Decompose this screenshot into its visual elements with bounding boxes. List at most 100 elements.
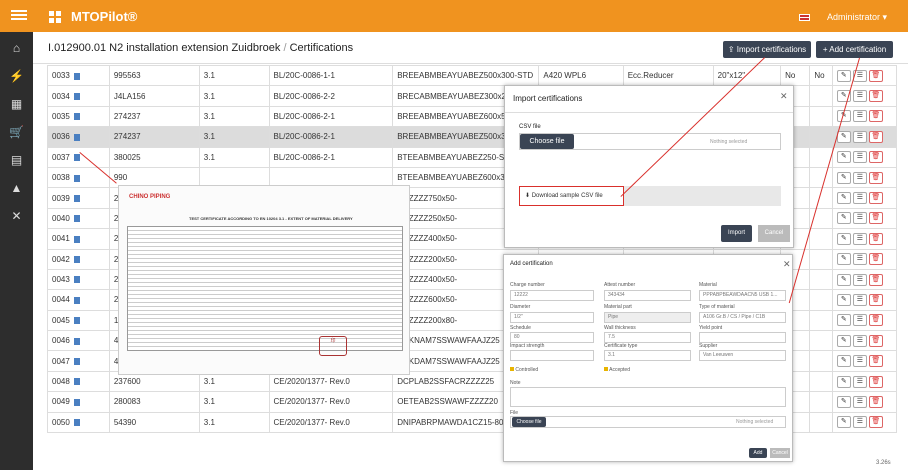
trash-icon[interactable]: 🗑 — [868, 273, 883, 286]
cart-icon[interactable]: 🛒 — [8, 124, 25, 141]
import-cancel-button[interactable]: Cancel — [758, 225, 790, 242]
trash-icon[interactable]: 🗑 — [868, 151, 883, 164]
document-icon[interactable] — [73, 215, 80, 223]
trash-icon[interactable]: 🗑 — [868, 192, 883, 205]
list-icon[interactable]: ☰ — [852, 232, 867, 245]
list-icon[interactable]: ☰ — [852, 355, 867, 368]
type-input[interactable]: A106 Gr.B / CS / Pipe / C1B — [699, 312, 786, 323]
list-icon[interactable]: ☰ — [852, 273, 867, 286]
document-icon[interactable] — [73, 378, 80, 386]
add-submit-button[interactable]: Add — [749, 448, 767, 458]
trash-icon[interactable]: 🗑 — [868, 253, 883, 266]
edit-icon[interactable]: ✎ — [836, 334, 851, 347]
document-icon[interactable] — [73, 398, 80, 406]
close-icon[interactable]: ✕ — [780, 91, 788, 102]
list-icon[interactable]: ☰ — [852, 253, 867, 266]
chart-icon[interactable]: ▤ — [8, 152, 25, 169]
building-icon[interactable]: ▦ — [8, 96, 25, 113]
attest-input[interactable]: 343434 — [604, 290, 691, 301]
list-icon[interactable]: ☰ — [852, 334, 867, 347]
edit-icon[interactable]: ✎ — [836, 151, 851, 164]
edit-icon[interactable]: ✎ — [836, 192, 851, 205]
edit-icon[interactable]: ✎ — [836, 293, 851, 306]
bolt-icon[interactable]: ⚡ — [8, 68, 25, 85]
list-icon[interactable]: ☰ — [852, 314, 867, 327]
document-icon[interactable] — [73, 154, 80, 162]
list-icon[interactable]: ☰ — [852, 416, 867, 429]
edit-icon[interactable]: ✎ — [836, 314, 851, 327]
trash-icon[interactable]: 🗑 — [868, 110, 883, 123]
list-icon[interactable]: ☰ — [852, 90, 867, 103]
trash-icon[interactable]: 🗑 — [868, 232, 883, 245]
add-certification-button[interactable]: + Add certification — [816, 41, 893, 58]
list-icon[interactable]: ☰ — [852, 293, 867, 306]
schedule-input[interactable]: 80 — [510, 332, 594, 343]
edit-icon[interactable]: ✎ — [836, 416, 851, 429]
edit-icon[interactable]: ✎ — [836, 375, 851, 388]
add-cancel-button[interactable]: Cancel — [770, 448, 790, 458]
choose-file-button[interactable]: Choose file — [520, 134, 574, 149]
document-icon[interactable] — [73, 174, 80, 182]
list-icon[interactable]: ☰ — [852, 212, 867, 225]
edit-icon[interactable]: ✎ — [836, 212, 851, 225]
document-icon[interactable] — [73, 337, 80, 345]
trash-icon[interactable]: 🗑 — [868, 69, 883, 82]
trash-icon[interactable]: 🗑 — [868, 212, 883, 225]
document-icon[interactable] — [73, 419, 80, 427]
trash-icon[interactable]: 🗑 — [868, 171, 883, 184]
diameter-input[interactable]: 1/2" — [510, 312, 594, 323]
edit-icon[interactable]: ✎ — [836, 395, 851, 408]
list-icon[interactable]: ☰ — [852, 151, 867, 164]
tools-icon[interactable]: ✕ — [8, 208, 25, 225]
document-icon[interactable] — [73, 113, 80, 121]
road-icon[interactable]: ▲ — [8, 180, 25, 197]
document-icon[interactable] — [73, 256, 80, 264]
trash-icon[interactable]: 🗑 — [868, 90, 883, 103]
edit-icon[interactable]: ✎ — [836, 355, 851, 368]
list-icon[interactable]: ☰ — [852, 171, 867, 184]
cert-type-input[interactable]: 3.1 — [604, 350, 691, 361]
edit-icon[interactable]: ✎ — [836, 273, 851, 286]
trash-icon[interactable]: 🗑 — [868, 395, 883, 408]
edit-icon[interactable]: ✎ — [836, 253, 851, 266]
list-icon[interactable]: ☰ — [852, 110, 867, 123]
close-icon[interactable]: ✕ — [783, 259, 791, 270]
edit-icon[interactable]: ✎ — [836, 232, 851, 245]
list-icon[interactable]: ☰ — [852, 130, 867, 143]
uk-flag-icon[interactable] — [799, 14, 810, 21]
list-icon[interactable]: ☰ — [852, 395, 867, 408]
document-icon[interactable] — [73, 235, 80, 243]
import-certifications-button[interactable]: ⇪ Import certifications — [723, 41, 811, 58]
import-submit-button[interactable]: Import — [721, 225, 752, 242]
document-icon[interactable] — [73, 317, 80, 325]
document-icon[interactable] — [73, 194, 80, 202]
edit-icon[interactable]: ✎ — [836, 69, 851, 82]
home-icon[interactable]: ⌂ — [8, 40, 25, 57]
list-icon[interactable]: ☰ — [852, 375, 867, 388]
trash-icon[interactable]: 🗑 — [868, 293, 883, 306]
material-input[interactable]: PPPABPBEAWDAACN5 USB 1... — [699, 290, 786, 301]
user-menu[interactable]: Administrator ▾ — [827, 12, 887, 23]
document-icon[interactable] — [73, 72, 80, 80]
yield-input[interactable] — [699, 332, 786, 343]
table-row[interactable]: 0033 995563 3.1 BL/20C-0086-1-1 BREEABMBEAYU… — [47, 64, 898, 87]
add-choose-file-button[interactable]: Choose file — [512, 417, 546, 427]
edit-icon[interactable]: ✎ — [836, 171, 851, 184]
wall-input[interactable]: 7.5 — [604, 332, 691, 343]
impact-input[interactable] — [510, 350, 594, 361]
supplier-input[interactable]: Van Leeuwen — [699, 350, 786, 361]
note-textarea[interactable] — [510, 387, 786, 407]
document-icon[interactable] — [73, 133, 80, 141]
hamburger-menu-icon[interactable] — [11, 8, 27, 22]
document-icon[interactable] — [73, 358, 80, 366]
trash-icon[interactable]: 🗑 — [868, 314, 883, 327]
trash-icon[interactable]: 🗑 — [868, 416, 883, 429]
charge-input[interactable]: 12222 — [510, 290, 594, 301]
document-icon[interactable] — [73, 92, 80, 100]
trash-icon[interactable]: 🗑 — [868, 375, 883, 388]
part-select[interactable]: Pipe — [604, 312, 691, 323]
trash-icon[interactable]: 🗑 — [868, 355, 883, 368]
edit-icon[interactable]: ✎ — [836, 130, 851, 143]
trash-icon[interactable]: 🗑 — [868, 130, 883, 143]
trash-icon[interactable]: 🗑 — [868, 334, 883, 347]
